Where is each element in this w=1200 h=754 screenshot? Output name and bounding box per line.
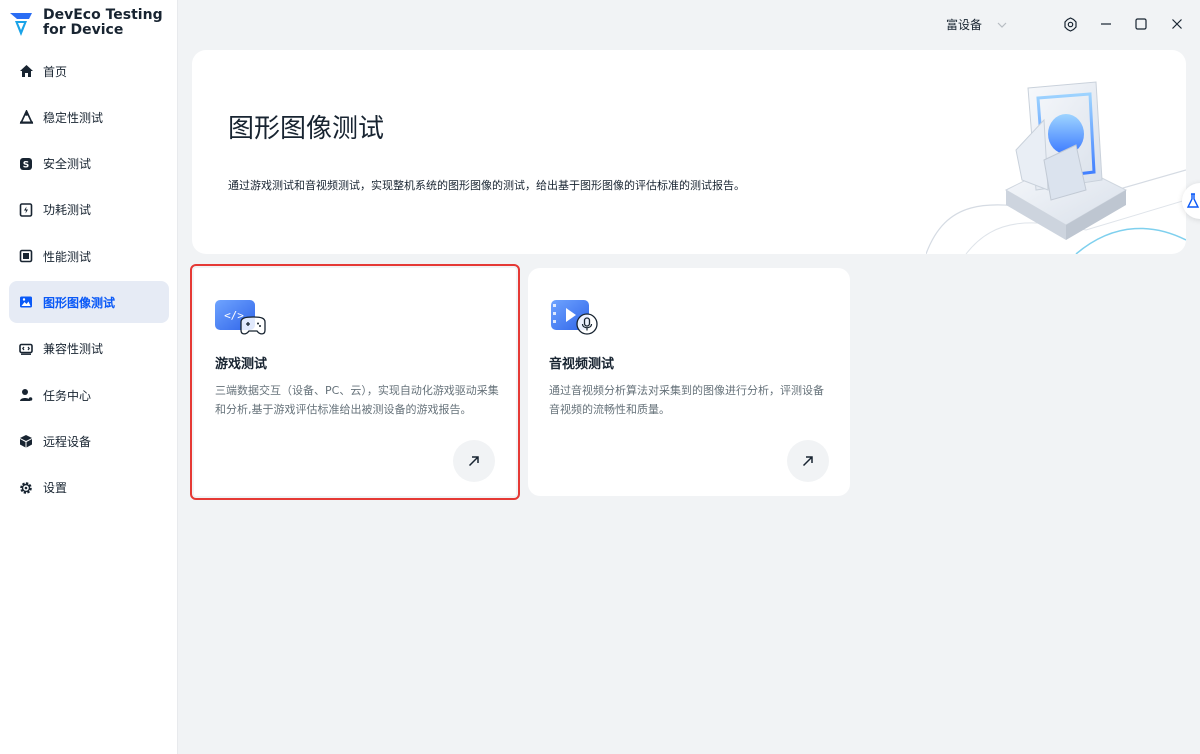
maximize-button[interactable] bbox=[1132, 15, 1150, 33]
task-icon bbox=[18, 387, 34, 403]
av-test-icon bbox=[551, 300, 598, 335]
maximize-icon bbox=[1135, 18, 1147, 30]
page-description: 通过游戏测试和音视频测试，实现整机系统的图形图像的测试，给出基于图形图像的评估标… bbox=[228, 179, 745, 192]
sidebar-item-performance[interactable]: 性能测试 bbox=[9, 235, 169, 277]
game-test-icon: </> bbox=[215, 300, 266, 335]
card-av-test[interactable]: 音视频测试 通过音视频分析算法对采集到的图像进行分析，评测设备音视频的流畅性和质… bbox=[528, 268, 850, 496]
sidebar-item-home[interactable]: 首页 bbox=[9, 50, 169, 92]
sidebar-item-remote-device[interactable]: 远程设备 bbox=[9, 420, 169, 462]
minimize-button[interactable] bbox=[1097, 15, 1115, 33]
open-av-test-button[interactable] bbox=[787, 440, 829, 482]
flask-icon bbox=[1186, 193, 1200, 208]
card-description: 通过音视频分析算法对采集到的图像进行分析，评测设备音视频的流畅性和质量。 bbox=[549, 384, 824, 416]
card-game-test[interactable]: </> 游戏测试 三端数据交互（设备、PC、云），实现自动化游戏驱动采集和分析,… bbox=[190, 264, 520, 500]
sidebar-item-label: 安全测试 bbox=[43, 157, 92, 172]
graphics-illustration-icon bbox=[926, 81, 1186, 254]
sidebar-item-tasks[interactable]: 任务中心 bbox=[9, 374, 169, 416]
titlebar: 富设备 bbox=[178, 0, 1200, 50]
svg-text:S: S bbox=[23, 160, 29, 170]
arrow-up-right-icon bbox=[802, 456, 813, 467]
card-description: 三端数据交互（设备、PC、云），实现自动化游戏驱动采集和分析,基于游戏评估标准给… bbox=[215, 384, 499, 416]
sidebar-item-label: 远程设备 bbox=[43, 434, 92, 449]
sidebar: DevEco Testing for Device 首页 稳定性测试 S 安全测… bbox=[0, 0, 178, 754]
minimize-icon bbox=[1101, 23, 1111, 25]
sidebar-nav: 首页 稳定性测试 S 安全测试 功耗测试 性能测试 图形图像测试 兼容性测试 任… bbox=[9, 50, 169, 513]
shield-icon: S bbox=[18, 156, 34, 172]
chevron-down-icon bbox=[997, 22, 1007, 28]
page-title: 图形图像测试 bbox=[228, 114, 385, 144]
sidebar-item-label: 任务中心 bbox=[43, 388, 92, 403]
sidebar-item-label: 首页 bbox=[43, 64, 68, 79]
sidebar-item-compatibility[interactable]: 兼容性测试 bbox=[9, 328, 169, 370]
cube-icon bbox=[18, 433, 34, 449]
sidebar-item-label: 兼容性测试 bbox=[43, 342, 104, 357]
sidebar-item-label: 功耗测试 bbox=[43, 203, 92, 218]
card-title: 游戏测试 bbox=[215, 357, 268, 372]
close-icon bbox=[1172, 19, 1182, 29]
sidebar-item-label: 稳定性测试 bbox=[43, 110, 104, 125]
arrow-up-right-icon bbox=[468, 456, 479, 467]
app-name: DevEco Testing for Device bbox=[43, 7, 163, 38]
sidebar-item-label: 图形图像测试 bbox=[43, 295, 116, 310]
brand: DevEco Testing for Device bbox=[9, 8, 163, 38]
compatibility-icon bbox=[18, 341, 34, 357]
sidebar-item-security[interactable]: S 安全测试 bbox=[9, 143, 169, 185]
stability-icon bbox=[18, 109, 34, 125]
settings-button[interactable] bbox=[1061, 15, 1079, 33]
card-title: 音视频测试 bbox=[549, 357, 615, 372]
power-icon bbox=[18, 202, 34, 218]
sidebar-item-stability[interactable]: 稳定性测试 bbox=[9, 96, 169, 138]
deveco-logo-icon bbox=[10, 13, 32, 36]
image-icon bbox=[18, 294, 34, 310]
sidebar-item-label: 设置 bbox=[43, 481, 68, 496]
sidebar-item-power[interactable]: 功耗测试 bbox=[9, 189, 169, 231]
sidebar-item-settings[interactable]: 设置 bbox=[9, 467, 169, 509]
hero-banner: 图形图像测试 通过游戏测试和音视频测试，实现整机系统的图形图像的测试，给出基于图… bbox=[192, 50, 1186, 254]
gear-icon bbox=[18, 480, 34, 496]
sidebar-item-graphics[interactable]: 图形图像测试 bbox=[9, 281, 169, 324]
performance-icon bbox=[18, 248, 34, 264]
sidebar-item-label: 性能测试 bbox=[43, 249, 92, 264]
gear-icon bbox=[1063, 16, 1077, 32]
device-type-select[interactable]: 富设备 bbox=[946, 16, 1008, 33]
home-icon bbox=[18, 63, 34, 79]
device-type-label: 富设备 bbox=[946, 18, 983, 32]
open-game-test-button[interactable] bbox=[453, 440, 495, 482]
close-button[interactable] bbox=[1168, 15, 1186, 33]
